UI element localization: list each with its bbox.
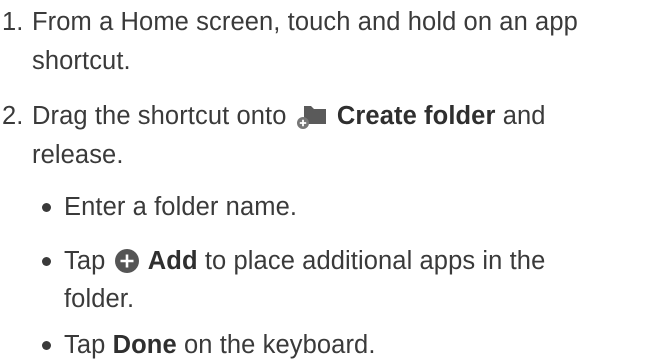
substep-1-text: Enter a folder name.: [64, 193, 298, 221]
step-number: 2.: [2, 102, 24, 130]
create-folder-icon: [294, 102, 330, 137]
step-2-before: Drag the shortcut onto: [32, 102, 287, 130]
step-1-line-1: 1.: [2, 7, 23, 37]
substep-2-before: Tap: [64, 247, 106, 275]
add-icon: [113, 247, 141, 282]
create-folder-label: Create folder: [336, 102, 496, 130]
bullet: [42, 341, 51, 350]
substep-2-after: to place additional apps in the: [204, 247, 546, 275]
step-1-text-cont: shortcut.: [32, 47, 131, 75]
done-label: Done: [112, 331, 177, 359]
add-label: Add: [147, 247, 198, 275]
substep-3-text: Tap Done on the keyboard.: [64, 330, 376, 360]
substep-2-text: Tap Add to place additional apps in the: [64, 246, 545, 282]
step-2-after: and: [502, 102, 546, 130]
substep-3-before: Tap: [64, 331, 106, 359]
substep-2-text-cont: folder.: [64, 285, 135, 313]
bullet: [42, 203, 51, 212]
step-2-text-cont: release.: [32, 141, 124, 169]
substep-3-after: on the keyboard.: [183, 331, 376, 359]
step-number: 1.: [2, 8, 24, 36]
step-2-text: Drag the shortcut onto Create folder and: [32, 101, 546, 137]
bullet: [42, 257, 51, 266]
instructions: 1. From a Home screen, touch and hold on…: [0, 0, 665, 364]
step-1-text: From a Home screen, touch and hold on an…: [32, 8, 578, 36]
